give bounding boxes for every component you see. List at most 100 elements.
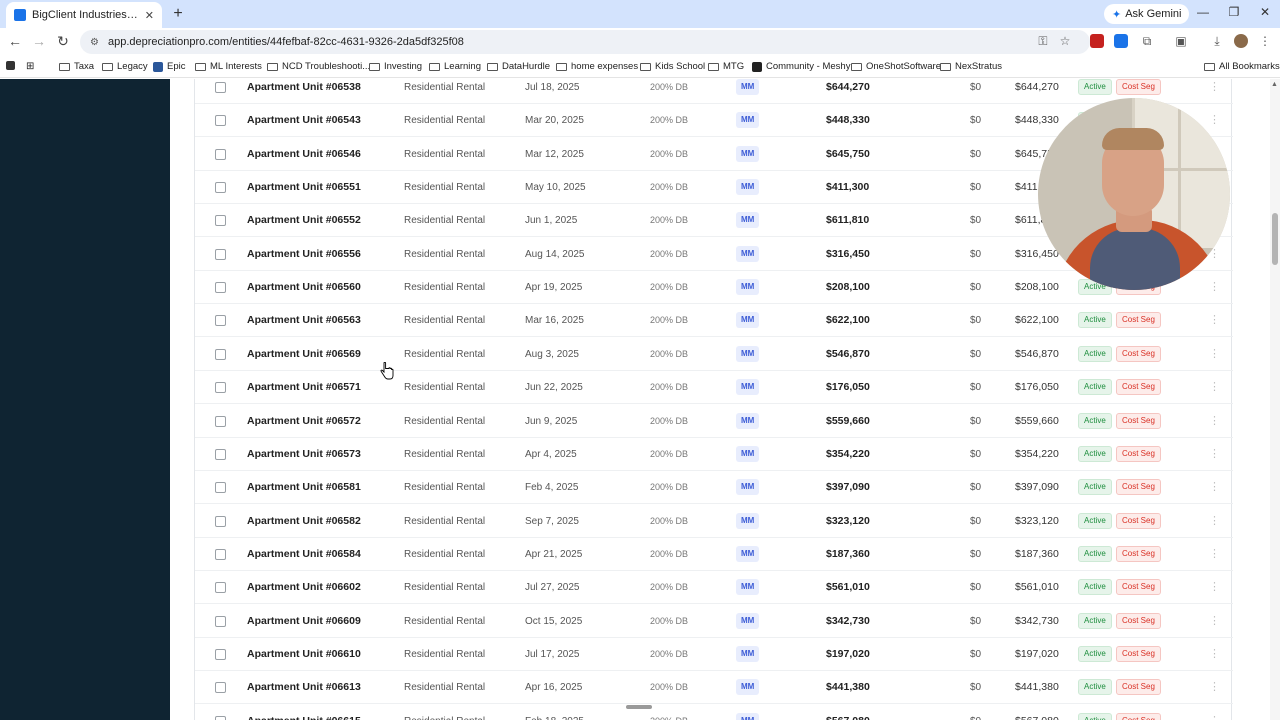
back-arrow-icon[interactable]: ← bbox=[6, 33, 24, 49]
row-actions-icon[interactable]: ⋮ bbox=[1209, 638, 1220, 671]
bookmark-item[interactable]: home expenses bbox=[556, 61, 638, 72]
table-row[interactable]: Apartment Unit #06572 Residential Rental J… bbox=[195, 405, 1233, 438]
address-bar[interactable]: ⚙ app.depreciationpro.com/entities/44fef… bbox=[80, 30, 1090, 54]
row-checkbox[interactable] bbox=[215, 448, 226, 460]
row-checkbox[interactable] bbox=[215, 548, 226, 560]
asset-name[interactable]: Apartment Unit #06538 bbox=[247, 79, 361, 104]
extension-icon[interactable] bbox=[1114, 34, 1128, 48]
asset-name[interactable]: Apartment Unit #06581 bbox=[247, 471, 361, 504]
close-tab-icon[interactable]: ✕ bbox=[145, 9, 154, 22]
table-row[interactable]: Apartment Unit #06584 Residential Rental A… bbox=[195, 538, 1233, 571]
row-checkbox[interactable] bbox=[215, 315, 226, 327]
bookmark-item-all[interactable]: All Bookmarks bbox=[1204, 61, 1280, 72]
row-checkbox[interactable] bbox=[215, 715, 226, 720]
row-checkbox[interactable] bbox=[215, 82, 226, 93]
asset-name[interactable]: Apartment Unit #06602 bbox=[247, 571, 361, 604]
close-window-icon[interactable]: ✕ bbox=[1257, 5, 1273, 19]
table-row[interactable]: Apartment Unit #06569 Residential Rental A… bbox=[195, 338, 1233, 371]
table-row[interactable]: Apartment Unit #06615 Residential Rental F… bbox=[195, 705, 1233, 720]
bookmark-item[interactable]: ML Interests bbox=[195, 61, 262, 72]
row-checkbox[interactable] bbox=[215, 148, 226, 160]
row-actions-icon[interactable]: ⋮ bbox=[1209, 505, 1220, 538]
bookmark-item[interactable]: OneShotSoftware bbox=[851, 61, 941, 72]
reload-icon[interactable]: ↻ bbox=[54, 33, 72, 50]
row-checkbox[interactable] bbox=[215, 515, 226, 527]
bookmark-item[interactable]: Taxa bbox=[59, 61, 94, 72]
download-icon[interactable]: ⤓ bbox=[1208, 34, 1226, 49]
row-actions-icon[interactable]: ⋮ bbox=[1209, 371, 1220, 404]
table-row[interactable]: Apartment Unit #06563 Residential Rental M… bbox=[195, 304, 1233, 338]
table-row[interactable]: Apartment Unit #06582 Residential Rental S… bbox=[195, 505, 1233, 538]
row-checkbox[interactable] bbox=[215, 682, 226, 694]
table-row[interactable]: Apartment Unit #06610 Residential Rental J… bbox=[195, 638, 1233, 671]
asset-name[interactable]: Apartment Unit #06571 bbox=[247, 371, 361, 404]
bookmark-item[interactable]: DataHurdle bbox=[487, 61, 550, 72]
asset-name[interactable]: Apartment Unit #06615 bbox=[247, 705, 361, 720]
row-actions-icon[interactable]: ⋮ bbox=[1209, 538, 1220, 571]
bookmark-item[interactable]: Investing bbox=[369, 61, 422, 72]
browser-tab[interactable]: BigClient Industries Operations ✕ bbox=[6, 2, 162, 28]
bookmark-item[interactable]: Kids School bbox=[640, 61, 705, 72]
asset-name[interactable]: Apartment Unit #06572 bbox=[247, 405, 361, 438]
row-actions-icon[interactable]: ⋮ bbox=[1209, 338, 1220, 371]
password-key-icon[interactable]: ⚿ bbox=[1034, 34, 1052, 49]
menu-kebab-icon[interactable]: ⋮ bbox=[1256, 34, 1274, 48]
bookmark-item[interactable]: MTG bbox=[708, 61, 744, 72]
extensions-puzzle-icon[interactable]: ⧉ bbox=[1138, 34, 1156, 49]
minimize-window-icon[interactable]: — bbox=[1195, 5, 1211, 19]
new-tab-button[interactable]: + bbox=[168, 4, 188, 24]
table-row[interactable]: Apartment Unit #06609 Residential Rental O… bbox=[195, 605, 1233, 638]
bookmark-item[interactable]: NCD Troubleshooti... bbox=[267, 61, 370, 72]
row-checkbox[interactable] bbox=[215, 248, 226, 260]
table-row[interactable]: Apartment Unit #06571 Residential Rental J… bbox=[195, 371, 1233, 405]
table-row[interactable]: Apartment Unit #06602 Residential Rental J… bbox=[195, 571, 1233, 605]
scroll-up-icon[interactable]: ▲ bbox=[1271, 81, 1278, 88]
row-checkbox[interactable] bbox=[215, 648, 226, 660]
row-actions-icon[interactable]: ⋮ bbox=[1209, 705, 1220, 720]
asset-name[interactable]: Apartment Unit #06584 bbox=[247, 538, 361, 571]
bookmark-app-icon[interactable] bbox=[6, 61, 15, 70]
bookmark-item[interactable]: Learning bbox=[429, 61, 481, 72]
bookmark-item[interactable]: NexStratus bbox=[940, 61, 1002, 72]
bookmark-item[interactable]: Legacy bbox=[102, 61, 148, 72]
apps-grid-icon[interactable]: ⊞ bbox=[26, 61, 34, 72]
row-actions-icon[interactable]: ⋮ bbox=[1209, 671, 1220, 704]
asset-name[interactable]: Apartment Unit #06546 bbox=[247, 138, 361, 171]
row-checkbox[interactable] bbox=[215, 215, 226, 227]
ask-gemini-button[interactable]: ✦ Ask Gemini bbox=[1104, 4, 1190, 24]
table-row[interactable]: Apartment Unit #06538 Residential Rental J… bbox=[195, 79, 1233, 104]
asset-name[interactable]: Apartment Unit #06560 bbox=[247, 271, 361, 304]
row-actions-icon[interactable]: ⋮ bbox=[1209, 304, 1220, 337]
site-info-icon[interactable]: ⚙ bbox=[90, 37, 102, 48]
asset-name[interactable]: Apartment Unit #06563 bbox=[247, 304, 361, 337]
asset-name[interactable]: Apartment Unit #06573 bbox=[247, 438, 361, 471]
row-actions-icon[interactable]: ⋮ bbox=[1209, 571, 1220, 604]
row-actions-icon[interactable]: ⋮ bbox=[1209, 438, 1220, 471]
bookmark-star-icon[interactable]: ☆ bbox=[1056, 34, 1074, 48]
row-checkbox[interactable] bbox=[215, 415, 226, 427]
bookmark-item[interactable]: Community - Meshy bbox=[752, 61, 850, 72]
horizontal-scrollbar-thumb[interactable] bbox=[626, 705, 652, 709]
asset-name[interactable]: Apartment Unit #06582 bbox=[247, 505, 361, 538]
row-checkbox[interactable] bbox=[215, 182, 226, 194]
asset-name[interactable]: Apartment Unit #06610 bbox=[247, 638, 361, 671]
asset-name[interactable]: Apartment Unit #06543 bbox=[247, 104, 361, 137]
row-checkbox[interactable] bbox=[215, 282, 226, 294]
table-row[interactable]: Apartment Unit #06573 Residential Rental A… bbox=[195, 438, 1233, 471]
asset-name[interactable]: Apartment Unit #06551 bbox=[247, 171, 361, 204]
row-checkbox[interactable] bbox=[215, 615, 226, 627]
extension-icon[interactable] bbox=[1090, 34, 1104, 48]
forward-arrow-icon[interactable]: → bbox=[30, 33, 48, 49]
asset-name[interactable]: Apartment Unit #06613 bbox=[247, 671, 361, 704]
asset-name[interactable]: Apartment Unit #06552 bbox=[247, 204, 361, 237]
row-checkbox[interactable] bbox=[215, 115, 226, 127]
bookmark-item[interactable]: Epic bbox=[153, 61, 185, 72]
profile-avatar-icon[interactable] bbox=[1234, 34, 1248, 48]
table-row[interactable]: Apartment Unit #06613 Residential Rental A… bbox=[195, 671, 1233, 705]
row-checkbox[interactable] bbox=[215, 482, 226, 494]
asset-name[interactable]: Apartment Unit #06569 bbox=[247, 338, 361, 371]
scrollbar-thumb[interactable] bbox=[1272, 213, 1278, 265]
row-actions-icon[interactable]: ⋮ bbox=[1209, 405, 1220, 438]
row-actions-icon[interactable]: ⋮ bbox=[1209, 471, 1220, 504]
row-checkbox[interactable] bbox=[215, 382, 226, 394]
